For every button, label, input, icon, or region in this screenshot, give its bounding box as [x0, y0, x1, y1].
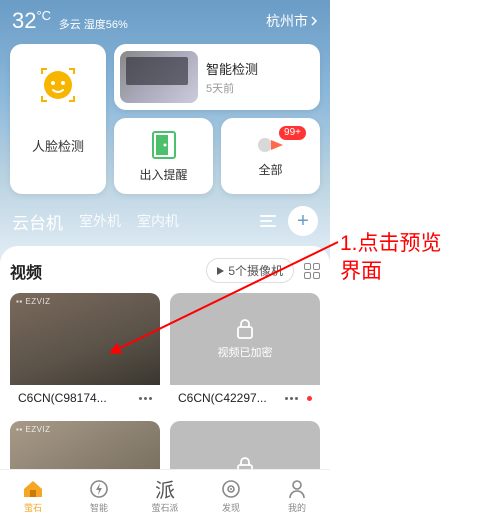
- video-name-2: C6CN(C42297...: [178, 391, 267, 405]
- temp-unit: °C: [36, 8, 51, 23]
- nav-label: 我的: [288, 501, 306, 514]
- face-icon: [37, 64, 79, 106]
- door-alert-card[interactable]: 出入提醒: [114, 118, 213, 194]
- ezviz-logo-icon: ▪▪ EZVIZ: [16, 297, 51, 306]
- annotation-line1: 1.点击预览: [340, 230, 442, 258]
- home-icon: [22, 479, 44, 499]
- smart-time: 5天前: [206, 80, 258, 96]
- profile-icon: [288, 479, 306, 499]
- smart-title: 智能检测: [206, 59, 258, 78]
- video-thumb-2: 视频已加密: [170, 293, 320, 385]
- add-button[interactable]: +: [288, 206, 318, 236]
- nav-smart[interactable]: 智能: [66, 470, 132, 521]
- tab-ptz[interactable]: 云台机: [12, 209, 63, 234]
- ezviz-logo-icon: ▪▪ EZVIZ: [16, 425, 51, 434]
- grid-view-icon[interactable]: [304, 263, 320, 279]
- right-cards: 智能检测 5天前 出入提醒 99+: [114, 44, 320, 194]
- annotation-text: 1.点击预览 界面: [340, 230, 442, 287]
- nav-discover[interactable]: 发现: [198, 470, 264, 521]
- tab-outdoor[interactable]: 室外机: [79, 211, 121, 231]
- annotation-line2: 界面: [340, 258, 442, 286]
- pai-icon: 派: [154, 478, 176, 500]
- camera-count: 5个摄像机: [228, 262, 283, 279]
- nav-label: 萤石派: [151, 501, 178, 514]
- bolt-icon: [90, 479, 108, 499]
- weather-left: 32°C 多云 湿度56%: [12, 8, 128, 34]
- city-name: 杭州市: [266, 11, 308, 31]
- section-title: 视频: [10, 259, 42, 283]
- device-tabs: 云台机 室外机 室内机 +: [0, 194, 330, 244]
- temp-value: 32: [12, 8, 36, 33]
- all-label: 全部: [258, 161, 282, 178]
- tab-indoor[interactable]: 室内机: [137, 211, 179, 231]
- nav-label: 萤石: [24, 501, 42, 514]
- smart-thumbnail: [120, 51, 198, 103]
- camera-count-pill[interactable]: 5个摄像机: [206, 258, 294, 283]
- more-icon[interactable]: [139, 397, 152, 400]
- nav-label: 发现: [222, 501, 240, 514]
- door-label: 出入提醒: [139, 166, 187, 183]
- video-card-1[interactable]: ▪▪ EZVIZ C6CN(C98174...: [10, 293, 160, 411]
- chevron-right-icon: [310, 16, 318, 26]
- city-selector[interactable]: 杭州市: [266, 11, 318, 31]
- bottom-nav: 萤石 智能 派 萤石派 发现 我的: [0, 469, 330, 521]
- smart-detect-card[interactable]: 智能检测 5天前: [114, 44, 320, 110]
- weather-bar: 32°C 多云 湿度56% 杭州市: [0, 0, 330, 38]
- lock-icon: [235, 318, 255, 340]
- video-name-1: C6CN(C98174...: [18, 391, 107, 405]
- nav-mine[interactable]: 我的: [264, 470, 330, 521]
- door-icon: [151, 130, 177, 160]
- video-card-2[interactable]: 视频已加密 C6CN(C42297...: [170, 293, 320, 411]
- video-thumb-1: ▪▪ EZVIZ: [10, 293, 160, 385]
- nav-pai[interactable]: 派 萤石派: [132, 470, 198, 521]
- locked-text: 视频已加密: [218, 344, 273, 360]
- nav-home[interactable]: 萤石: [0, 470, 66, 521]
- weather-desc: 多云 湿度56%: [59, 19, 128, 31]
- face-label: 人脸检测: [32, 136, 84, 155]
- more-icon[interactable]: [285, 397, 298, 400]
- target-icon: [221, 479, 241, 499]
- all-card[interactable]: 99+ 全部: [221, 118, 320, 194]
- category-icon: [257, 135, 285, 155]
- list-icon[interactable]: [260, 215, 276, 227]
- nav-label: 智能: [90, 501, 108, 514]
- recording-dot-icon: [307, 396, 312, 401]
- play-icon: [217, 267, 224, 275]
- feature-cards: 人脸检测 智能检测 5天前 出入提醒: [0, 38, 330, 194]
- app-screen: 32°C 多云 湿度56% 杭州市 人脸检测 智能检: [0, 0, 330, 521]
- face-detect-card[interactable]: 人脸检测: [10, 44, 106, 194]
